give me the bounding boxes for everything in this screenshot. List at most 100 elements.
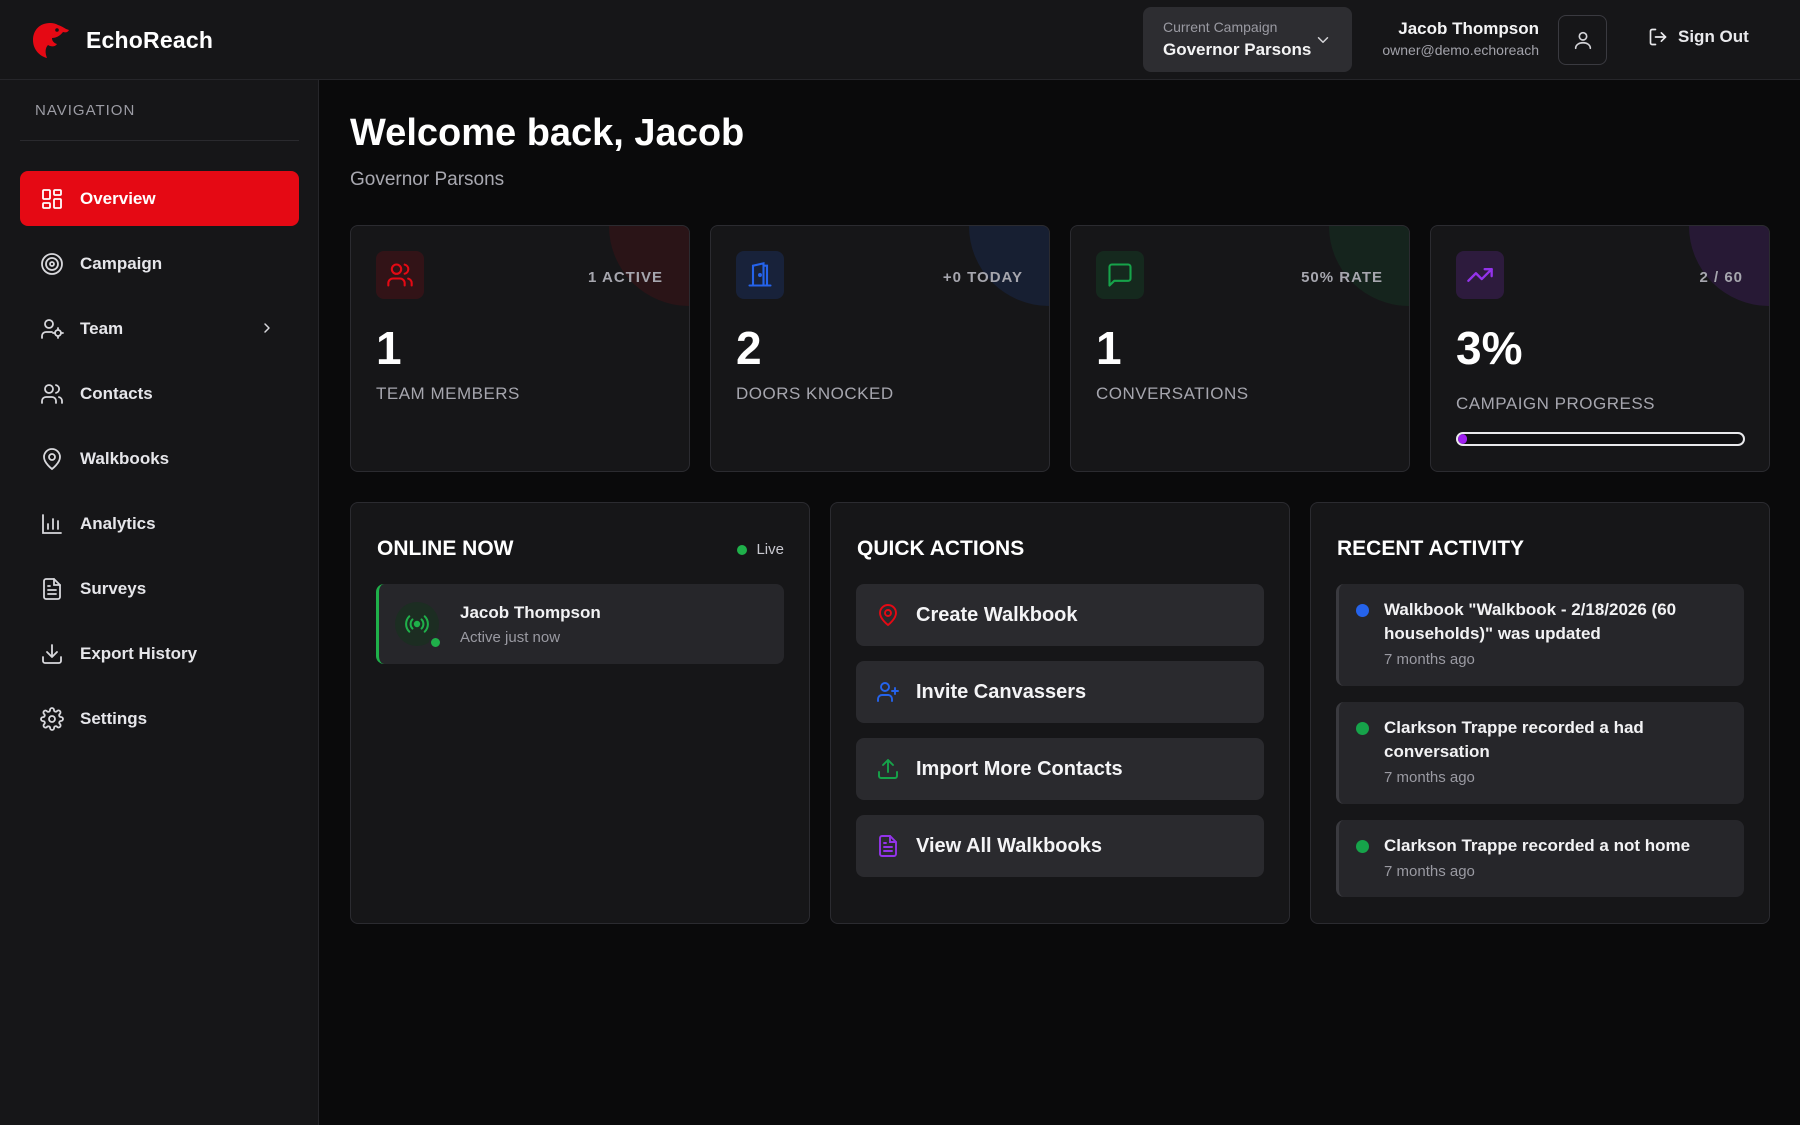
activity-item[interactable]: Walkbook "Walkbook - 2/18/2026 (60 house… <box>1336 584 1744 686</box>
activity-text: Walkbook "Walkbook - 2/18/2026 (60 house… <box>1384 600 1677 643</box>
stat-label: CONVERSATIONS <box>1096 384 1249 403</box>
map-pin-icon <box>43 447 61 470</box>
logout-icon <box>1649 28 1667 46</box>
activity-dot <box>1356 604 1369 617</box>
profile-button[interactable] <box>1558 15 1607 65</box>
nav-divider <box>20 140 299 141</box>
stat-value: 1 <box>376 322 402 374</box>
document-icon <box>879 835 897 857</box>
stat-value: 1 <box>1096 322 1122 374</box>
sidebar-item-label: Surveys <box>80 578 147 598</box>
sign-out-label: Sign Out <box>1678 27 1749 46</box>
sidebar-item-analytics[interactable]: Analytics <box>20 496 299 551</box>
sidebar-item-label: Overview <box>80 188 156 208</box>
stat-icon-box <box>1456 251 1504 299</box>
sidebar: NAVIGATION Overview Campaign Team Contac… <box>0 80 319 1125</box>
stat-tag: 1 ACTIVE <box>588 269 663 286</box>
panel-title: QUICK ACTIONS <box>857 537 1025 560</box>
brand-name: EchoReach <box>86 26 214 53</box>
chevron-right-icon <box>264 323 270 333</box>
action-label: View All Walkbooks <box>916 834 1102 857</box>
online-user-status: Active just now <box>460 629 561 646</box>
live-label: Live <box>756 541 784 558</box>
campaign-selector[interactable]: Current Campaign Governor Parsons <box>1143 7 1352 72</box>
create-walkbook-button[interactable]: Create Walkbook <box>856 584 1264 646</box>
trending-up-icon <box>1467 268 1493 282</box>
download-icon <box>42 643 62 664</box>
activity-text: Clarkson Trappe recorded a had conversat… <box>1384 718 1644 761</box>
sign-out-button[interactable]: Sign Out <box>1648 27 1749 47</box>
user-email: owner@demo.echoreach <box>1382 42 1539 58</box>
stat-label: TEAM MEMBERS <box>376 384 520 403</box>
user-name: Jacob Thompson <box>1398 19 1539 38</box>
sidebar-item-label: Contacts <box>80 383 153 403</box>
activity-dot <box>1356 722 1369 735</box>
sidebar-item-walkbooks[interactable]: Walkbooks <box>20 431 299 486</box>
stat-tag: 50% RATE <box>1301 269 1383 286</box>
quick-actions-panel: QUICK ACTIONS Create Walkbook Invite Can… <box>830 502 1290 924</box>
nav-heading: NAVIGATION <box>35 102 136 119</box>
panel-title: RECENT ACTIVITY <box>1337 537 1525 560</box>
stat-icon-box <box>376 251 424 299</box>
card-glow <box>609 226 689 306</box>
sidebar-item-label: Settings <box>80 708 148 728</box>
page-title: Welcome back, Jacob <box>350 112 745 154</box>
action-label: Create Walkbook <box>916 603 1078 626</box>
user-plus-icon <box>877 682 899 702</box>
user-cog-icon <box>41 318 64 339</box>
sidebar-item-label: Analytics <box>80 513 156 533</box>
users-icon <box>387 263 413 287</box>
sidebar-item-label: Team <box>80 318 124 338</box>
user-info: Jacob Thompson owner@demo.echoreach <box>1382 19 1539 58</box>
users-icon <box>41 383 63 404</box>
card-glow <box>969 226 1049 306</box>
grid-icon <box>42 188 62 209</box>
stat-value: 2 <box>736 322 762 374</box>
action-label: Invite Canvassers <box>916 680 1087 703</box>
bar-chart-icon <box>42 513 62 534</box>
card-glow <box>1329 226 1409 306</box>
recent-activity-panel: RECENT ACTIVITY Walkbook "Walkbook - 2/1… <box>1310 502 1770 924</box>
gear-icon <box>40 706 64 731</box>
door-icon <box>748 262 772 287</box>
brand[interactable]: EchoReach <box>30 20 213 60</box>
sidebar-item-surveys[interactable]: Surveys <box>20 561 299 616</box>
panel-title: ONLINE NOW <box>377 537 514 560</box>
stat-tag: 2 / 60 <box>1699 269 1743 286</box>
activity-item[interactable]: Clarkson Trappe recorded a not home 7 mo… <box>1336 820 1744 897</box>
stat-icon-box <box>736 251 784 299</box>
sidebar-item-campaign[interactable]: Campaign <box>20 236 299 291</box>
view-all-walkbooks-button[interactable]: View All Walkbooks <box>856 815 1264 877</box>
activity-item[interactable]: Clarkson Trappe recorded a had conversat… <box>1336 702 1744 804</box>
stat-card-campaign-progress: 2 / 60 3% CAMPAIGN PROGRESS <box>1430 225 1770 472</box>
sidebar-item-export-history[interactable]: Export History <box>20 626 299 681</box>
eagle-logo-icon <box>33 23 69 58</box>
sidebar-item-label: Campaign <box>80 253 163 273</box>
stat-card-doors-knocked: +0 TODAY 2 DOORS KNOCKED <box>710 225 1050 472</box>
upload-icon <box>878 759 898 779</box>
online-now-panel: ONLINE NOW Live Jacob Thompson Active ju… <box>350 502 810 924</box>
stat-label: DOORS KNOCKED <box>736 384 894 403</box>
invite-canvassers-button[interactable]: Invite Canvassers <box>856 661 1264 723</box>
sidebar-item-label: Export History <box>80 643 198 663</box>
progress-fill <box>1458 434 1467 444</box>
sidebar-item-settings[interactable]: Settings <box>20 691 299 746</box>
live-indicator: Live <box>737 541 784 558</box>
online-user-card[interactable]: Jacob Thompson Active just now <box>376 584 784 664</box>
target-icon <box>41 252 63 275</box>
stat-tag: +0 TODAY <box>942 269 1023 286</box>
card-glow <box>1689 226 1769 306</box>
sidebar-item-contacts[interactable]: Contacts <box>20 366 299 421</box>
campaign-progress-bar <box>1456 432 1745 446</box>
stat-card-conversations: 50% RATE 1 CONVERSATIONS <box>1070 225 1410 472</box>
stat-value: 3% <box>1456 322 1523 374</box>
document-icon <box>43 577 61 600</box>
activity-dot <box>1356 840 1369 853</box>
import-contacts-button[interactable]: Import More Contacts <box>856 738 1264 800</box>
activity-time: 7 months ago <box>1384 651 1475 668</box>
sidebar-item-overview[interactable]: Overview <box>20 171 299 226</box>
activity-time: 7 months ago <box>1384 863 1475 880</box>
action-label: Import More Contacts <box>916 757 1123 780</box>
sidebar-item-team[interactable]: Team <box>20 301 299 356</box>
map-pin-icon <box>879 604 897 627</box>
